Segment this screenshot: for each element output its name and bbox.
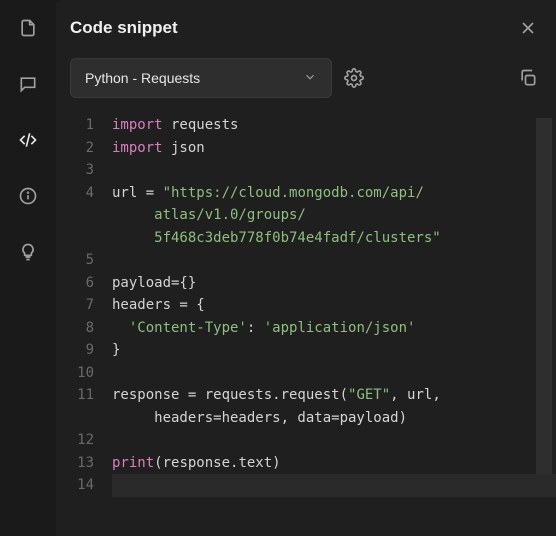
code-line[interactable]: 12 — [56, 429, 556, 452]
comment-icon[interactable] — [18, 74, 38, 94]
code-line[interactable]: 1import requests — [56, 114, 556, 137]
code-line[interactable]: 11response = requests.request("GET", url… — [56, 384, 556, 407]
line-number: 12 — [56, 429, 112, 452]
line-number — [56, 204, 112, 227]
close-icon[interactable] — [518, 18, 538, 38]
line-number: 1 — [56, 114, 112, 137]
chevron-down-icon — [303, 70, 317, 87]
code-snippet-panel: Code snippet Python - Requests 1import r… — [56, 0, 556, 536]
line-number: 3 — [56, 159, 112, 182]
code-line[interactable]: atlas/v1.0/groups/ — [56, 204, 556, 227]
line-content — [112, 474, 556, 497]
code-line[interactable]: 9} — [56, 339, 556, 362]
line-content — [112, 249, 556, 272]
line-number: 14 — [56, 474, 112, 497]
line-content: payload={} — [112, 272, 556, 295]
panel-header: Code snippet — [56, 0, 556, 50]
line-content — [112, 429, 556, 452]
code-line[interactable]: 13print(response.text) — [56, 452, 556, 475]
line-number: 8 — [56, 317, 112, 340]
line-content: } — [112, 339, 556, 362]
code-line[interactable]: 10 — [56, 362, 556, 385]
code-line[interactable]: 2import json — [56, 137, 556, 160]
code-line[interactable]: 7headers = { — [56, 294, 556, 317]
info-icon[interactable] — [18, 186, 38, 206]
gear-icon[interactable] — [344, 68, 364, 88]
line-number: 6 — [56, 272, 112, 295]
document-icon[interactable] — [18, 18, 38, 38]
line-number: 7 — [56, 294, 112, 317]
line-content: 'Content-Type': 'application/json' — [112, 317, 556, 340]
language-select[interactable]: Python - Requests — [70, 58, 332, 98]
copy-icon[interactable] — [518, 68, 538, 88]
line-number — [56, 227, 112, 250]
code-line[interactable]: 8 'Content-Type': 'application/json' — [56, 317, 556, 340]
code-line[interactable]: headers=headers, data=payload) — [56, 407, 556, 430]
line-number: 11 — [56, 384, 112, 407]
left-sidebar — [0, 0, 56, 536]
line-number: 13 — [56, 452, 112, 475]
line-content — [112, 362, 556, 385]
line-content: 5f468c3deb778f0b74e4fadf/clusters" — [112, 227, 556, 250]
line-content: response = requests.request("GET", url, — [112, 384, 556, 407]
line-number: 2 — [56, 137, 112, 160]
code-editor[interactable]: 1import requests2import json34url = "htt… — [56, 110, 556, 497]
line-number: 10 — [56, 362, 112, 385]
line-number: 5 — [56, 249, 112, 272]
panel-title: Code snippet — [70, 18, 178, 38]
code-line[interactable]: 4url = "https://cloud.mongodb.com/api/ — [56, 182, 556, 205]
line-number — [56, 407, 112, 430]
line-content — [112, 159, 556, 182]
controls-row: Python - Requests — [56, 50, 556, 110]
code-line[interactable]: 5 — [56, 249, 556, 272]
scrollbar-track[interactable] — [536, 118, 552, 474]
line-number: 4 — [56, 182, 112, 205]
code-icon[interactable] — [18, 130, 38, 150]
language-select-value: Python - Requests — [85, 70, 200, 86]
line-content: url = "https://cloud.mongodb.com/api/ — [112, 182, 556, 205]
code-line[interactable]: 6payload={} — [56, 272, 556, 295]
lightbulb-icon[interactable] — [18, 242, 38, 262]
line-content: print(response.text) — [112, 452, 556, 475]
line-content: headers=headers, data=payload) — [112, 407, 556, 430]
line-content: import requests — [112, 114, 556, 137]
code-line[interactable]: 3 — [56, 159, 556, 182]
code-line[interactable]: 5f468c3deb778f0b74e4fadf/clusters" — [56, 227, 556, 250]
code-line[interactable]: 14 — [56, 474, 556, 497]
line-content: headers = { — [112, 294, 556, 317]
line-content: atlas/v1.0/groups/ — [112, 204, 556, 227]
line-content: import json — [112, 137, 556, 160]
line-number: 9 — [56, 339, 112, 362]
